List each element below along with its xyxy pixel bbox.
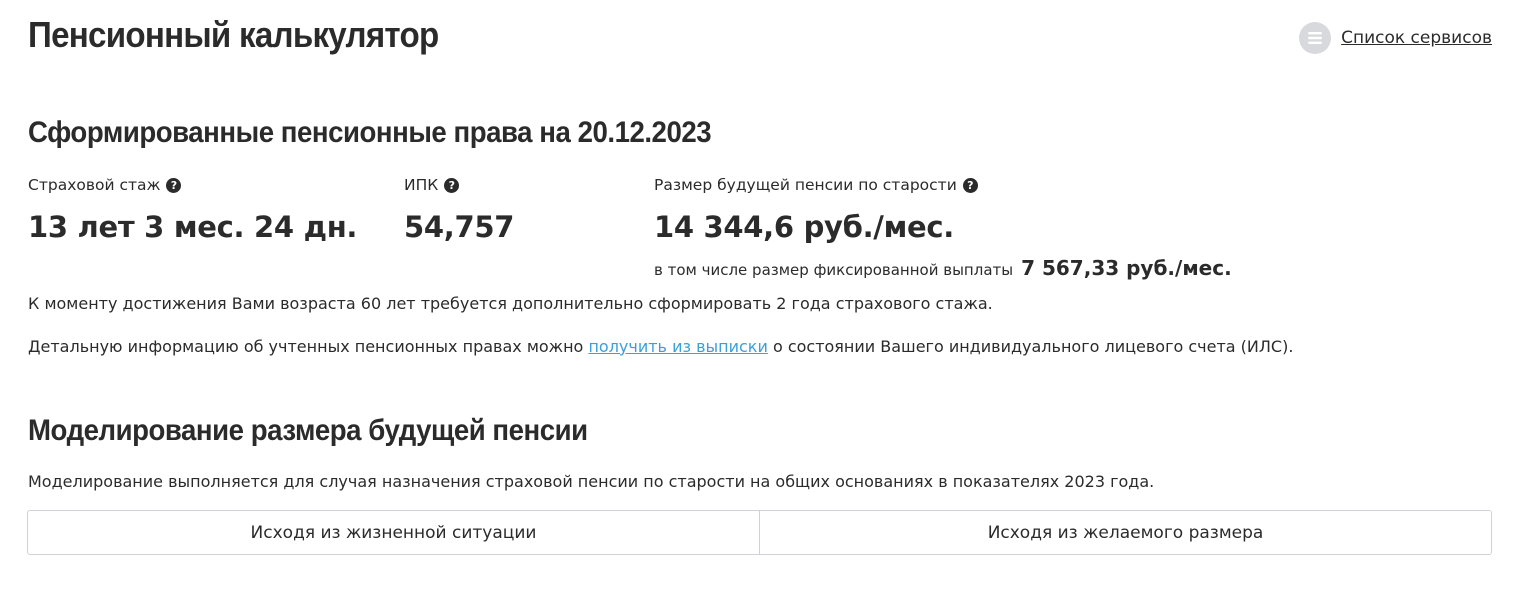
question-icon[interactable]: ? <box>962 177 978 193</box>
modeling-tabs: Исходя из жизненной ситуации Исходя из ж… <box>27 510 1492 555</box>
ipk-value: 54,757 <box>404 210 515 244</box>
tab-desired-amount[interactable]: Исходя из желаемого размера <box>759 511 1491 554</box>
ipk-label-text: ИПК <box>404 176 439 194</box>
insurance-experience-label: Страховой стаж ? <box>28 176 182 194</box>
insurance-experience-value: 13 лет 3 мес. 24 дн. <box>28 210 358 244</box>
fixed-payment-value: 7 567,33 руб./мес. <box>1021 256 1232 280</box>
future-pension-label-text: Размер будущей пенсии по старости <box>654 176 957 194</box>
question-icon[interactable]: ? <box>166 177 182 193</box>
insurance-experience-label-text: Страховой стаж <box>28 176 161 194</box>
details-paragraph: Детальную информацию об учтенных пенсион… <box>28 337 1293 356</box>
tab-life-situation[interactable]: Исходя из жизненной ситуации <box>28 511 759 554</box>
page-title: Пенсионный калькулятор <box>28 14 439 55</box>
list-icon[interactable] <box>1299 22 1332 54</box>
modeling-section-title: Моделирование размера будущей пенсии <box>28 414 588 447</box>
details-suffix: о состоянии Вашего индивидуального лицев… <box>772 337 1294 356</box>
fixed-payment-note-text: в том числе размер фиксированной выплаты <box>654 261 1014 279</box>
statement-link[interactable]: получить из выписки <box>588 337 767 356</box>
future-pension-value: 14 344,6 руб./мес. <box>654 210 954 244</box>
rights-section-title: Сформированные пенсионные права на 20.12… <box>28 116 712 149</box>
ipk-label: ИПК ? <box>404 176 460 194</box>
details-prefix: Детальную информацию об учтенных пенсион… <box>28 337 584 356</box>
modeling-description: Моделирование выполняется для случая наз… <box>28 472 1155 491</box>
fixed-payment-note: в том числе размер фиксированной выплаты… <box>654 256 1232 280</box>
services-link-label[interactable]: Список сервисов <box>1341 28 1492 48</box>
future-pension-label: Размер будущей пенсии по старости ? <box>654 176 978 194</box>
experience-requirement-text: К моменту достижения Вами возраста 60 ле… <box>28 294 993 313</box>
services-list-link[interactable]: Список сервисов <box>1299 22 1492 54</box>
question-icon[interactable]: ? <box>444 177 460 193</box>
